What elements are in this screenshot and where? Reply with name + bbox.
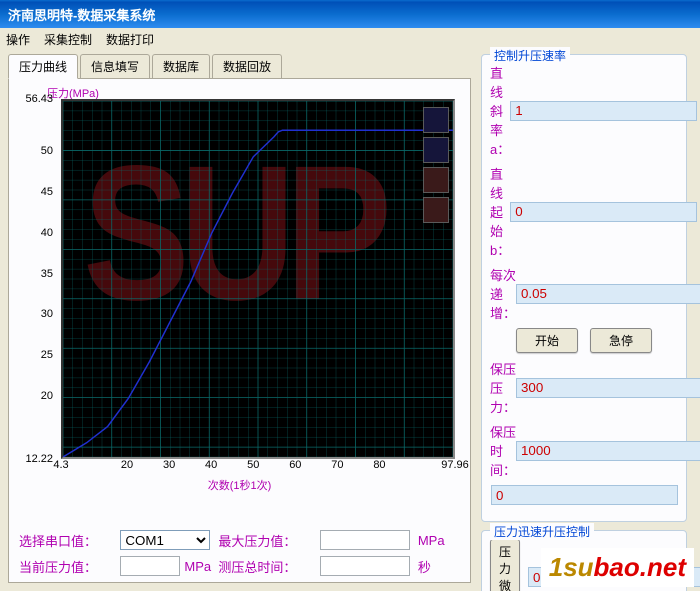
tool-pan-icon[interactable] [423, 197, 449, 223]
slope-field[interactable] [510, 101, 697, 121]
menu-collect[interactable]: 采集控制 [44, 31, 92, 48]
group-rise-rate-title: 控制升压速率 [490, 47, 570, 64]
extra-field[interactable] [491, 485, 678, 505]
cur-pressure-label: 当前压力值： [19, 557, 112, 576]
total-time-label: 测压总时间： [218, 557, 311, 576]
rise-estop-button[interactable]: 急停 [590, 328, 652, 353]
port-select[interactable]: COM1 [120, 530, 210, 550]
line-start-field[interactable] [510, 202, 697, 222]
port-label: 选择串口值： [19, 531, 112, 550]
chart-x-unit: 次数(1秒1次) [208, 477, 272, 493]
window-title: 济南思明特-数据采集系统 [8, 5, 155, 24]
total-time-field[interactable] [320, 556, 410, 576]
chart-container: 压力(MPa) 56.435045403530252012.22 SUP 4.3… [9, 79, 470, 499]
tab-curve[interactable]: 压力曲线 [8, 54, 78, 79]
fine-tune-button[interactable]: 压力微调 [490, 539, 520, 591]
rise-start-button[interactable]: 开始 [516, 328, 578, 353]
tool-cursor-icon[interactable] [423, 167, 449, 193]
chart-plot-area: SUP [61, 99, 455, 459]
bottom-form: 选择串口值： COM1 最大压力值： MPa 当前压力值： MPa 测压总时间：… [19, 530, 460, 576]
menu-bar: 操作 采集控制 数据打印 [0, 28, 700, 50]
tab-replay[interactable]: 数据回放 [212, 54, 282, 79]
tab-bar: 压力曲线 信息填写 数据库 数据回放 [8, 54, 471, 79]
group-fast-rise-title: 压力迅速升压控制 [490, 523, 594, 540]
hold-pressure-field[interactable] [516, 378, 700, 398]
tab-db[interactable]: 数据库 [152, 54, 210, 79]
chart-x-ticks: 4.32030405060708097.96 [61, 459, 455, 479]
menu-operate[interactable]: 操作 [6, 31, 30, 48]
cur-pressure-field[interactable] [120, 556, 180, 576]
group-rise-rate: 控制升压速率 直线斜率a： 直线起始b： 每次递增： 开始 急停 保压压力：MP… [481, 54, 687, 522]
hold-time-field[interactable] [516, 441, 700, 461]
max-pressure-field[interactable] [320, 530, 410, 550]
tool-grid-icon[interactable] [423, 107, 449, 133]
max-pressure-unit: MPa [418, 533, 460, 548]
brand-watermark: 1subao.net [541, 548, 694, 587]
window-titlebar: 济南思明特-数据采集系统 [0, 0, 700, 28]
tool-zoom-icon[interactable] [423, 137, 449, 163]
menu-print[interactable]: 数据打印 [106, 31, 154, 48]
tab-panel: 压力(MPa) 56.435045403530252012.22 SUP 4.3… [8, 78, 471, 583]
total-time-unit: 秒 [418, 557, 460, 576]
tab-info[interactable]: 信息填写 [80, 54, 150, 79]
max-pressure-label: 最大压力值： [218, 531, 311, 550]
step-field[interactable] [516, 284, 700, 304]
chart-y-ticks: 56.435045403530252012.22 [9, 99, 59, 459]
